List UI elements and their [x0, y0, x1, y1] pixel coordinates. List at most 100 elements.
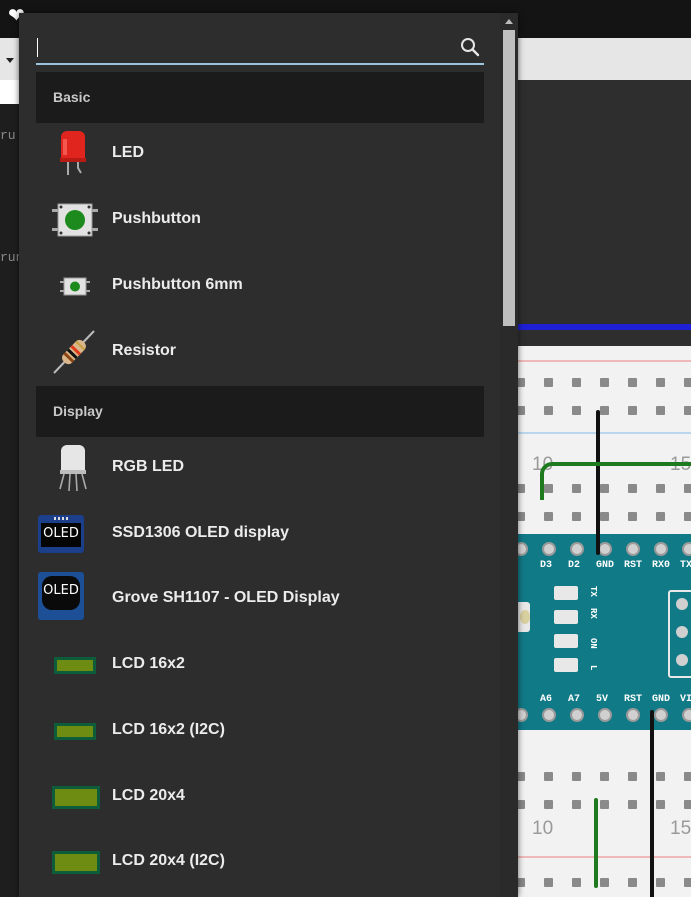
resistor-icon	[53, 330, 95, 374]
led-label-rx: RX	[588, 608, 598, 620]
part-label: LCD 16x2	[112, 655, 185, 672]
part-label: Grove SH1107 - OLED Display	[112, 589, 340, 606]
status-leds	[554, 586, 580, 676]
lcd-20x4-i2c-icon	[52, 851, 100, 874]
breadboard-hole	[656, 406, 665, 415]
part-item-lcd-16x2[interactable]: LCD 16x2	[36, 634, 484, 696]
board-pin[interactable]	[570, 708, 584, 722]
board-pin[interactable]	[654, 542, 668, 556]
breadboard-hole	[628, 378, 637, 387]
breadboard-hole	[684, 512, 691, 521]
breadboard-hole	[628, 878, 637, 887]
breadboard-hole	[544, 406, 553, 415]
scroll-up-arrow-icon[interactable]	[505, 19, 513, 24]
led-label-tx: TX	[588, 586, 598, 597]
simulation-canvas[interactable]: 10 15 10 15 TX RX ON L 1D3D2GNDRSTRX0TX1…	[500, 80, 691, 897]
board-pin[interactable]	[654, 708, 668, 722]
scrollbar[interactable]	[500, 13, 518, 897]
power-rail-red	[500, 360, 691, 362]
code-editor[interactable]: ru run	[0, 104, 23, 897]
part-item-rgb-led[interactable]: RGB LED	[36, 437, 484, 499]
breadboard-number: 10	[532, 818, 554, 839]
breadboard-hole	[600, 772, 609, 781]
board-pin[interactable]	[598, 708, 612, 722]
text-cursor	[37, 38, 38, 57]
led-label-on: ON	[588, 638, 598, 650]
toolbar-dropdown-icon[interactable]	[6, 58, 14, 63]
breadboard-hole	[544, 878, 553, 887]
part-item-grove-sh1107-oled[interactable]: OLED Grove SH1107 - OLED Display	[36, 568, 484, 630]
part-item-ssd1306-oled[interactable]: OLED SSD1306 OLED display	[36, 503, 484, 565]
search-input[interactable]	[36, 33, 446, 61]
blue-wire	[500, 324, 691, 330]
board-pin[interactable]	[542, 542, 556, 556]
breadboard-hole	[656, 512, 665, 521]
grove-oled-icon-text: OLED	[43, 583, 79, 598]
add-part-dropdown: Basic LED Pushbutton Pushbutton 6mm Resi…	[19, 13, 518, 897]
reset-button-cap	[520, 610, 530, 624]
arduino-nano-board[interactable]: TX RX ON L 1D3D2GNDRSTRX0TX1 6A6A75VRSTG…	[500, 534, 691, 730]
scrollbar-thumb[interactable]	[503, 30, 515, 326]
board-pin[interactable]	[598, 542, 612, 556]
breadboard-hole	[572, 512, 581, 521]
pin-label: A6	[540, 694, 553, 705]
oled-icon: OLED	[38, 515, 84, 553]
section-header-display: Display	[36, 386, 484, 437]
led-labels: TX RX ON L	[584, 586, 598, 676]
lcd-16x2-i2c-icon	[54, 723, 96, 740]
breadboard-hole	[572, 878, 581, 887]
editor-tab[interactable]	[0, 80, 20, 104]
pin-label: RST	[624, 694, 643, 705]
pushbutton-icon	[52, 203, 98, 237]
black-wire[interactable]	[650, 710, 654, 897]
board-pin[interactable]	[626, 542, 640, 556]
green-wire[interactable]	[594, 798, 598, 888]
part-label: SSD1306 OLED display	[112, 524, 289, 541]
part-item-led[interactable]: LED	[36, 123, 484, 185]
breadboard-number: 15	[670, 818, 691, 839]
icsp-header	[668, 590, 691, 678]
green-wire[interactable]	[540, 462, 691, 500]
lcd-16x2-icon	[54, 657, 96, 674]
part-item-pushbutton-6mm[interactable]: Pushbutton 6mm	[36, 255, 484, 317]
pin-label: GND	[596, 560, 615, 571]
breadboard-hole	[628, 406, 637, 415]
part-label: LED	[112, 144, 144, 161]
search-bar	[36, 33, 484, 65]
part-label: RGB LED	[112, 458, 184, 475]
pin-label: RX0	[652, 560, 671, 571]
breadboard-hole	[656, 772, 665, 781]
pin-label: D3	[540, 560, 553, 571]
breadboard-hole	[684, 378, 691, 387]
board-pin[interactable]	[682, 542, 691, 556]
board-pin[interactable]	[542, 708, 556, 722]
breadboard-hole	[544, 772, 553, 781]
breadboard-hole	[572, 772, 581, 781]
part-label: LCD 20x4 (I2C)	[112, 852, 225, 869]
oled-icon-text: OLED	[43, 526, 79, 541]
part-item-lcd-20x4[interactable]: LCD 20x4	[36, 766, 484, 828]
section-header-basic: Basic	[36, 72, 484, 123]
part-label: Resistor	[112, 342, 177, 359]
pin-label: 5V	[596, 694, 609, 705]
board-pin[interactable]	[570, 542, 584, 556]
breadboard-hole	[600, 878, 609, 887]
breadboard-hole	[544, 512, 553, 521]
led-icon	[60, 131, 86, 175]
part-label: LCD 16x2 (I2C)	[112, 721, 225, 738]
code-line: ru	[0, 128, 16, 143]
part-item-lcd-16x2-i2c[interactable]: LCD 16x2 (I2C)	[36, 700, 484, 762]
section-title: Basic	[53, 89, 91, 105]
part-item-resistor[interactable]: Resistor	[36, 321, 484, 383]
pin-label: RST	[624, 560, 643, 571]
search-icon[interactable]	[459, 36, 481, 58]
board-pin[interactable]	[626, 708, 640, 722]
breadboard-hole	[684, 800, 691, 809]
part-item-lcd-20x4-i2c[interactable]: LCD 20x4 (I2C)	[36, 831, 484, 893]
board-pin[interactable]	[682, 708, 691, 722]
breadboard-hole	[628, 800, 637, 809]
breadboard-hole	[656, 378, 665, 387]
led-label-l: L	[588, 664, 598, 671]
part-item-pushbutton[interactable]: Pushbutton	[36, 189, 484, 251]
part-label: LCD 20x4	[112, 787, 185, 804]
